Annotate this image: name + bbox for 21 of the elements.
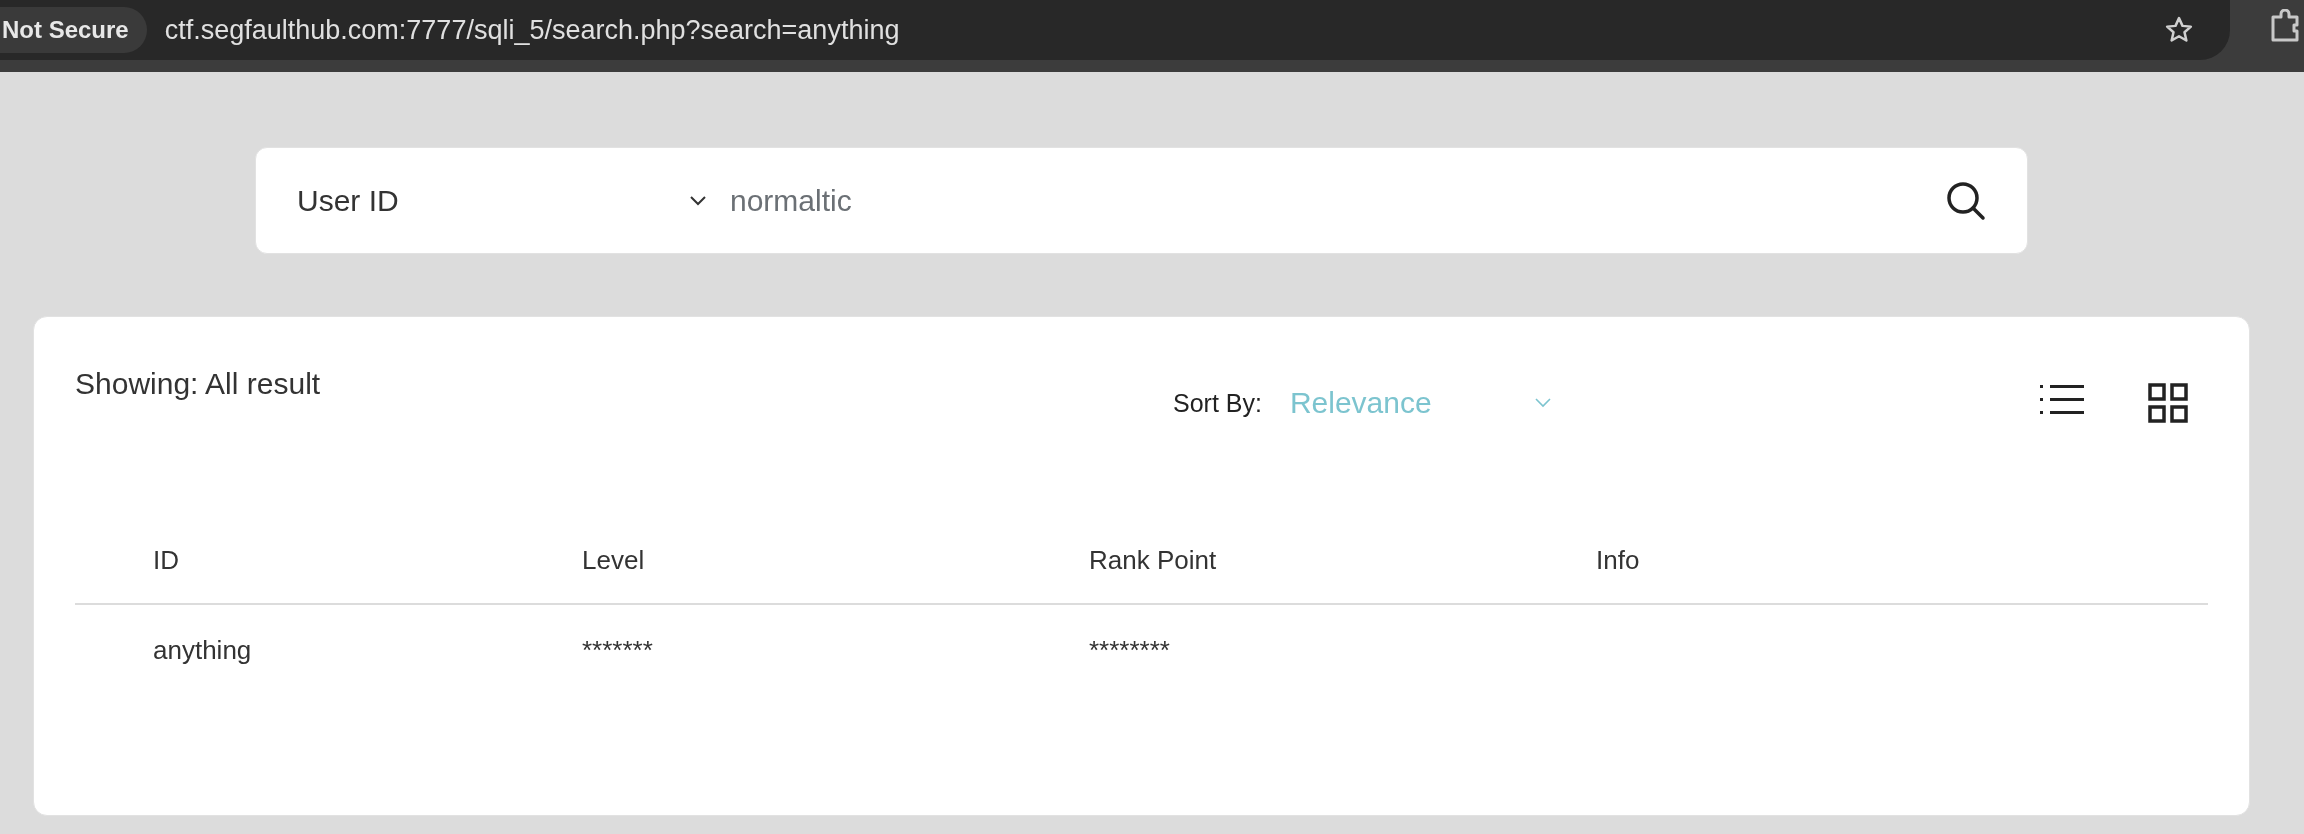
column-header: ID (75, 517, 582, 604)
column-header: Rank Point (1089, 517, 1596, 604)
sort-label: Sort By: (1173, 389, 1262, 418)
search-icon[interactable] (1945, 179, 1987, 222)
table-cell: ******** (1089, 634, 1170, 665)
puzzle-icon[interactable] (2270, 9, 2300, 43)
security-badge[interactable]: Not Secure (0, 7, 147, 53)
table-cell: ******* (582, 634, 653, 665)
search-input[interactable]: normaltic (730, 170, 1945, 231)
category-dropdown[interactable]: User ID (297, 170, 707, 231)
grid-view-icon[interactable] (2148, 383, 2188, 423)
caret-icon (689, 194, 707, 207)
table-cell: anything (153, 634, 252, 665)
caret-icon (1533, 397, 1552, 409)
list-view-icon[interactable] (2040, 383, 2084, 417)
column-header: Info (1596, 517, 2208, 604)
column-header: Level (582, 517, 1089, 604)
search-bar[interactable]: User ID normaltic (255, 147, 2028, 254)
address-bar-url[interactable]: ctf.segfaulthub.com:7777/sqli_5/search.php?search=anything (164, 14, 2164, 46)
results-summary: Showing: All result (75, 367, 322, 401)
star-icon[interactable] (2164, 15, 2194, 45)
